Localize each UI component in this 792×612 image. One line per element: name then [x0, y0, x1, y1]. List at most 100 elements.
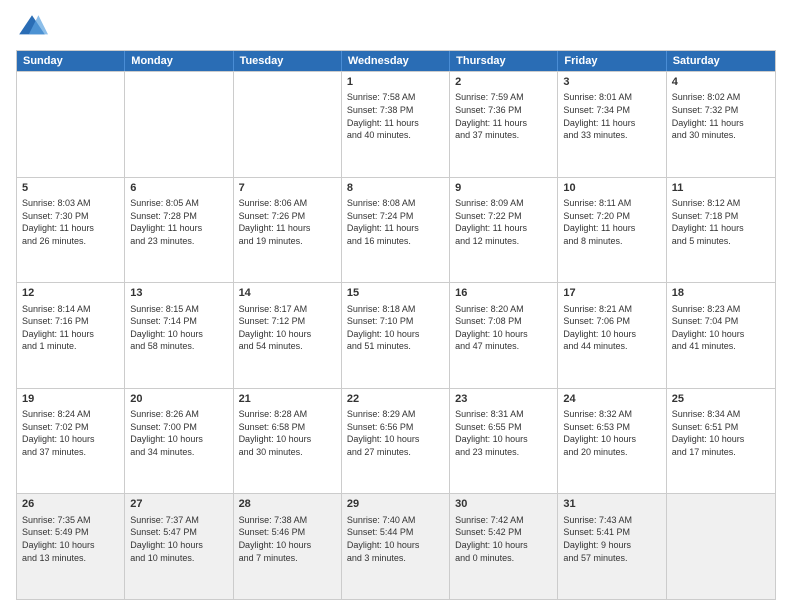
calendar-cell: 5Sunrise: 8:03 AM Sunset: 7:30 PM Daylig…	[17, 178, 125, 283]
calendar-cell	[17, 72, 125, 177]
cell-text: Sunrise: 8:18 AM Sunset: 7:10 PM Dayligh…	[347, 303, 444, 353]
cell-text: Sunrise: 8:28 AM Sunset: 6:58 PM Dayligh…	[239, 408, 336, 458]
day-number: 12	[22, 286, 119, 301]
calendar-cell: 26 Sunrise: 7:35 AM Sunset: 5:49 PM Dayli…	[17, 494, 125, 599]
cell-text: Sunrise: 8:17 AM Sunset: 7:12 PM Dayligh…	[239, 303, 336, 353]
cell-text: Sunrise: 8:03 AM Sunset: 7:30 PM Dayligh…	[22, 197, 119, 247]
cell-text: Sunrise: 7:59 AM Sunset: 7:36 PM Dayligh…	[455, 91, 552, 141]
day-number: 22	[347, 392, 444, 407]
cell-text: Sunrise: 8:32 AM Sunset: 6:53 PM Dayligh…	[563, 408, 660, 458]
day-number: 25	[672, 392, 770, 407]
calendar-cell: 22Sunrise: 8:29 AM Sunset: 6:56 PM Dayli…	[342, 389, 450, 494]
cell-text: Sunrise: 8:23 AM Sunset: 7:04 PM Dayligh…	[672, 303, 770, 353]
cell-text: Sunrise: 8:08 AM Sunset: 7:24 PM Dayligh…	[347, 197, 444, 247]
cell-text: Sunrise: 8:34 AM Sunset: 6:51 PM Dayligh…	[672, 408, 770, 458]
calendar: SundayMondayTuesdayWednesdayThursdayFrid…	[16, 50, 776, 600]
day-number: 10	[563, 181, 660, 196]
day-number: 17	[563, 286, 660, 301]
day-number: 23	[455, 392, 552, 407]
cell-text: Sunrise: 8:14 AM Sunset: 7:16 PM Dayligh…	[22, 303, 119, 353]
calendar-cell: 13Sunrise: 8:15 AM Sunset: 7:14 PM Dayli…	[125, 283, 233, 388]
calendar-cell: 16 Sunrise: 8:20 AM Sunset: 7:08 PM Dayli…	[450, 283, 558, 388]
calendar-cell	[234, 72, 342, 177]
cell-text: Sunrise: 8:26 AM Sunset: 7:00 PM Dayligh…	[130, 408, 227, 458]
cell-text: Sunrise: 8:31 AM Sunset: 6:55 PM Dayligh…	[455, 408, 552, 458]
day-number: 11	[672, 181, 770, 196]
cell-text: Sunrise: 8:12 AM Sunset: 7:18 PM Dayligh…	[672, 197, 770, 247]
calendar-cell: 30Sunrise: 7:42 AM Sunset: 5:42 PM Dayli…	[450, 494, 558, 599]
day-number: 27	[130, 497, 227, 512]
day-header: Thursday	[450, 51, 558, 71]
day-number: 26	[22, 497, 119, 512]
day-header: Wednesday	[342, 51, 450, 71]
cell-text: Sunrise: 8:29 AM Sunset: 6:56 PM Dayligh…	[347, 408, 444, 458]
calendar-cell: 12 Sunrise: 8:14 AM Sunset: 7:16 PM Dayli…	[17, 283, 125, 388]
day-header: Monday	[125, 51, 233, 71]
calendar-cell: 4Sunrise: 8:02 AM Sunset: 7:32 PM Daylig…	[667, 72, 775, 177]
calendar-row: 26 Sunrise: 7:35 AM Sunset: 5:49 PM Dayli…	[17, 493, 775, 599]
calendar-cell: 28 Sunrise: 7:38 AM Sunset: 5:46 PM Dayli…	[234, 494, 342, 599]
day-number: 31	[563, 497, 660, 512]
calendar-cell: 21Sunrise: 8:28 AM Sunset: 6:58 PM Dayli…	[234, 389, 342, 494]
cell-text: Sunrise: 7:43 AM Sunset: 5:41 PM Dayligh…	[563, 514, 660, 564]
header	[16, 12, 776, 44]
cell-text: Sunrise: 7:42 AM Sunset: 5:42 PM Dayligh…	[455, 514, 552, 564]
calendar-cell: 1Sunrise: 7:58 AM Sunset: 7:38 PM Daylig…	[342, 72, 450, 177]
calendar-cell: 17 Sunrise: 8:21 AM Sunset: 7:06 PM Dayli…	[558, 283, 666, 388]
cell-text: Sunrise: 8:01 AM Sunset: 7:34 PM Dayligh…	[563, 91, 660, 141]
day-number: 18	[672, 286, 770, 301]
calendar-cell: 27 Sunrise: 7:37 AM Sunset: 5:47 PM Dayli…	[125, 494, 233, 599]
day-number: 8	[347, 181, 444, 196]
calendar-cell: 9Sunrise: 8:09 AM Sunset: 7:22 PM Daylig…	[450, 178, 558, 283]
cell-text: Sunrise: 7:38 AM Sunset: 5:46 PM Dayligh…	[239, 514, 336, 564]
calendar-row: 19Sunrise: 8:24 AM Sunset: 7:02 PM Dayli…	[17, 388, 775, 494]
day-number: 1	[347, 75, 444, 90]
calendar-cell: 23Sunrise: 8:31 AM Sunset: 6:55 PM Dayli…	[450, 389, 558, 494]
day-number: 21	[239, 392, 336, 407]
calendar-cell: 19Sunrise: 8:24 AM Sunset: 7:02 PM Dayli…	[17, 389, 125, 494]
calendar-cell: 20Sunrise: 8:26 AM Sunset: 7:00 PM Dayli…	[125, 389, 233, 494]
calendar-cell	[125, 72, 233, 177]
day-number: 2	[455, 75, 552, 90]
day-number: 24	[563, 392, 660, 407]
calendar-row: 1Sunrise: 7:58 AM Sunset: 7:38 PM Daylig…	[17, 71, 775, 177]
day-number: 5	[22, 181, 119, 196]
day-header: Friday	[558, 51, 666, 71]
cell-text: Sunrise: 7:35 AM Sunset: 5:49 PM Dayligh…	[22, 514, 119, 564]
day-number: 13	[130, 286, 227, 301]
cell-text: Sunrise: 8:02 AM Sunset: 7:32 PM Dayligh…	[672, 91, 770, 141]
day-number: 20	[130, 392, 227, 407]
cell-text: Sunrise: 8:09 AM Sunset: 7:22 PM Dayligh…	[455, 197, 552, 247]
calendar-cell: 10Sunrise: 8:11 AM Sunset: 7:20 PM Dayli…	[558, 178, 666, 283]
calendar-cell: 18 Sunrise: 8:23 AM Sunset: 7:04 PM Dayli…	[667, 283, 775, 388]
calendar-cell: 11Sunrise: 8:12 AM Sunset: 7:18 PM Dayli…	[667, 178, 775, 283]
calendar-cell: 24Sunrise: 8:32 AM Sunset: 6:53 PM Dayli…	[558, 389, 666, 494]
day-header: Tuesday	[234, 51, 342, 71]
cell-text: Sunrise: 8:11 AM Sunset: 7:20 PM Dayligh…	[563, 197, 660, 247]
calendar-cell: 15 Sunrise: 8:18 AM Sunset: 7:10 PM Dayli…	[342, 283, 450, 388]
calendar-cell: 2Sunrise: 7:59 AM Sunset: 7:36 PM Daylig…	[450, 72, 558, 177]
day-number: 14	[239, 286, 336, 301]
calendar-body: 1Sunrise: 7:58 AM Sunset: 7:38 PM Daylig…	[17, 71, 775, 599]
cell-text: Sunrise: 7:37 AM Sunset: 5:47 PM Dayligh…	[130, 514, 227, 564]
cell-text: Sunrise: 8:20 AM Sunset: 7:08 PM Dayligh…	[455, 303, 552, 353]
calendar-cell: 6Sunrise: 8:05 AM Sunset: 7:28 PM Daylig…	[125, 178, 233, 283]
calendar-row: 12 Sunrise: 8:14 AM Sunset: 7:16 PM Dayli…	[17, 282, 775, 388]
calendar-cell	[667, 494, 775, 599]
cell-text: Sunrise: 8:24 AM Sunset: 7:02 PM Dayligh…	[22, 408, 119, 458]
calendar-cell: 14 Sunrise: 8:17 AM Sunset: 7:12 PM Dayli…	[234, 283, 342, 388]
day-number: 15	[347, 286, 444, 301]
cell-text: Sunrise: 8:21 AM Sunset: 7:06 PM Dayligh…	[563, 303, 660, 353]
cell-text: Sunrise: 7:58 AM Sunset: 7:38 PM Dayligh…	[347, 91, 444, 141]
page: SundayMondayTuesdayWednesdayThursdayFrid…	[0, 0, 792, 612]
day-number: 6	[130, 181, 227, 196]
day-number: 28	[239, 497, 336, 512]
logo	[16, 12, 52, 44]
day-number: 4	[672, 75, 770, 90]
day-number: 7	[239, 181, 336, 196]
day-number: 19	[22, 392, 119, 407]
day-number: 3	[563, 75, 660, 90]
calendar-cell: 31 Sunrise: 7:43 AM Sunset: 5:41 PM Dayli…	[558, 494, 666, 599]
day-number: 16	[455, 286, 552, 301]
day-number: 29	[347, 497, 444, 512]
